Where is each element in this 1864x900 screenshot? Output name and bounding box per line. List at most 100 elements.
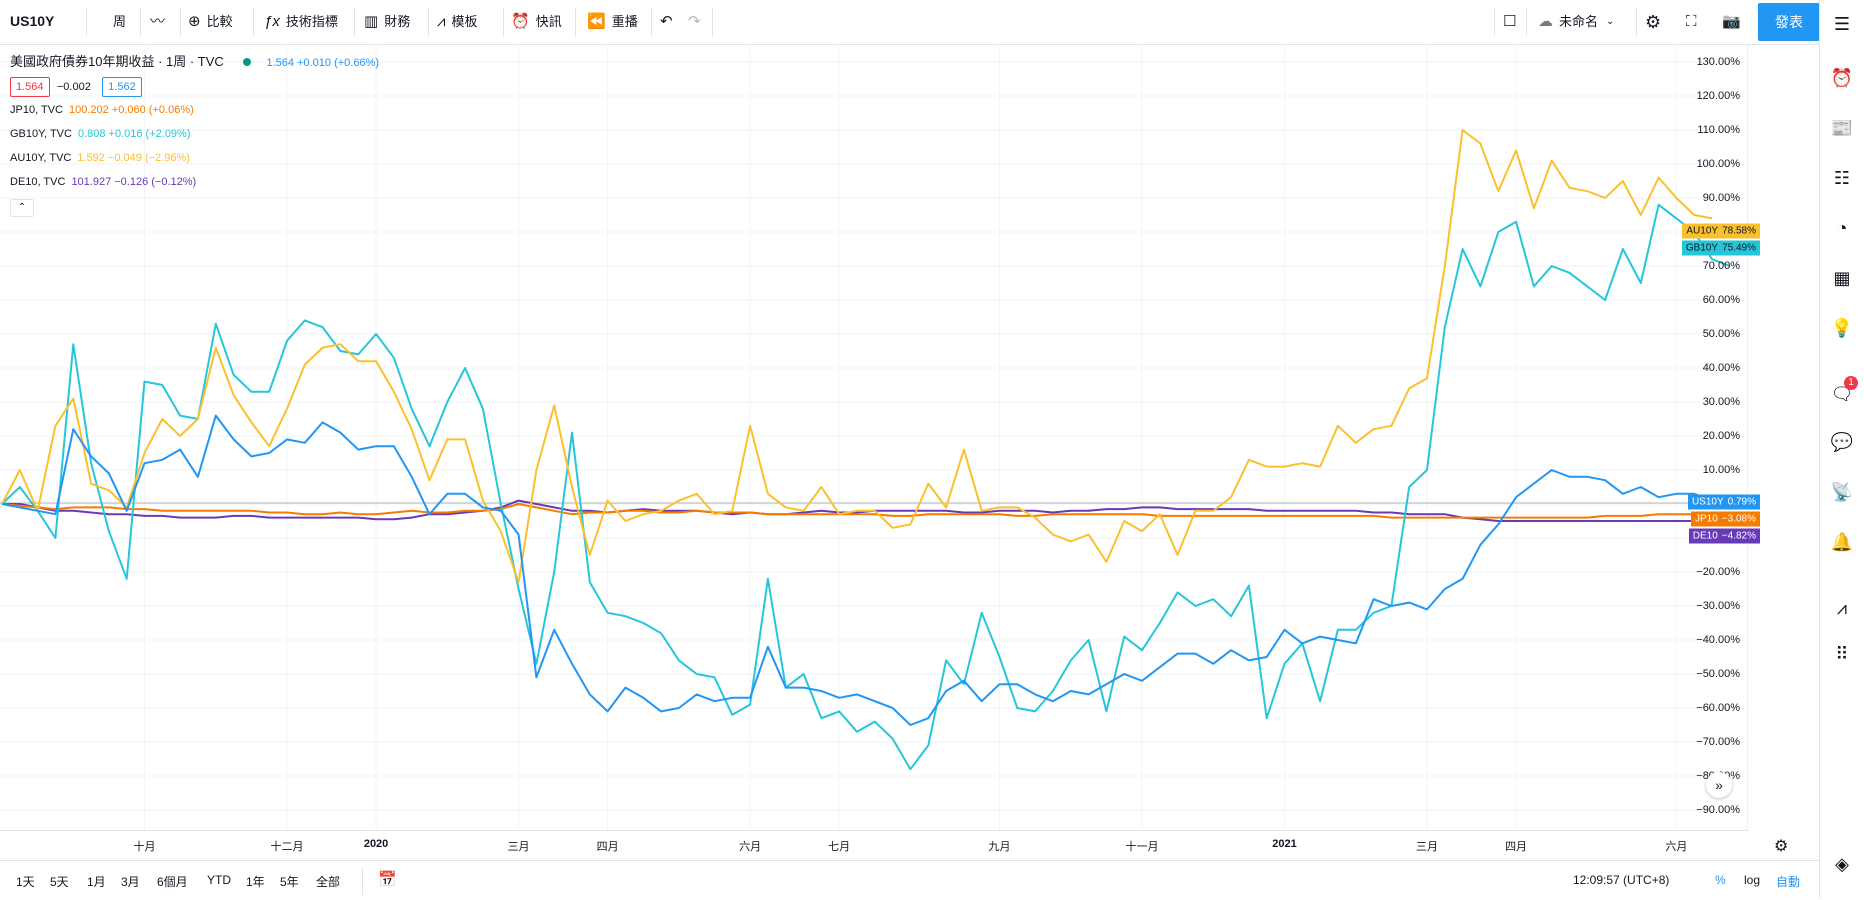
legend-item-de10[interactable]: DE10, TVC 101.927 −0.126 (−0.12%) — [10, 170, 379, 194]
legend-item-au10y[interactable]: AU10Y, TVC 1.592 −0.049 (−2.96%) — [10, 146, 379, 170]
undo-button[interactable]: ↶ — [660, 0, 679, 44]
alarm-clock-icon[interactable]: ⏰ — [1830, 66, 1854, 90]
time-axis[interactable]: 十月 十二月 2020 三月 四月 六月 七月 九月 十一月 2021 三月 四月 六月 — [0, 830, 1748, 861]
expand-icon: ⛶ — [1686, 13, 1697, 30]
publish-button[interactable]: 發表 — [1758, 3, 1820, 41]
time-tick-label: 六月 — [1665, 841, 1688, 853]
notifications-bell-icon[interactable]: 🔔 — [1830, 530, 1854, 554]
range-button-2[interactable]: 1月 — [87, 873, 106, 890]
chart-type-button[interactable]: 〰 — [150, 0, 171, 44]
time-tick-label: 十二月 — [270, 841, 304, 853]
alert-label: 快訊 — [535, 14, 562, 29]
calendar-icon[interactable]: ▦ — [1830, 266, 1854, 290]
camera-icon: 📷 — [1722, 13, 1741, 30]
right-sidebar: ☰ ⏰ 📰 ☷ ◔ ▦ 💡 🗨 1 💬 📡 🔔 ⩘ ⠿ ◈ — [1819, 0, 1864, 899]
divider — [575, 8, 576, 36]
time-tick-label: 七月 — [828, 841, 851, 853]
legend-item-jp10[interactable]: JP10, TVC 100.202 +0.060 (+0.06%) — [10, 98, 379, 122]
indicators-button[interactable]: ƒx 技術指標 — [264, 0, 338, 44]
line-chart-icon: 〰 — [150, 13, 166, 30]
range-button-1[interactable]: 5天 — [50, 873, 69, 890]
alert-button[interactable]: ⏰ 快訊 — [511, 0, 562, 44]
range-button-0[interactable]: 1天 — [16, 873, 35, 890]
dots-grid-icon[interactable]: ⠿ — [1830, 642, 1854, 666]
compare-button[interactable]: ⊕ 比較 — [188, 0, 233, 44]
legend-collapse-row: ⌃ — [10, 194, 379, 218]
layers-icon[interactable]: ◈ — [1830, 852, 1854, 876]
top-toolbar: US10Y 周 〰 ⊕ 比較 ƒx 技術指標 ▥ 財務 ⩘ 模板 ⏰ 快訊 ⏪ 重播 ↶ ↷… — [0, 0, 1820, 45]
time-tick-label: 四月 — [596, 841, 619, 853]
chevron-up-icon[interactable]: ⌃ — [10, 199, 34, 217]
ideas-bulb-icon[interactable]: 💡 — [1830, 316, 1854, 340]
range-button-3[interactable]: 3月 — [121, 873, 140, 890]
fx-icon: ƒx — [264, 13, 280, 30]
replay-button[interactable]: ⏪ 重播 — [587, 0, 638, 44]
clock-label[interactable]: 12:09:57 (UTC+8) — [1573, 873, 1669, 887]
redo-icon: ↷ — [688, 13, 701, 30]
time-tick-label: 四月 — [1505, 841, 1528, 853]
symbol-search[interactable]: US10Y — [10, 13, 54, 29]
calendar-list-icon[interactable]: ☷ — [1830, 166, 1854, 190]
chevron-down-icon: ⌄ — [1606, 16, 1615, 27]
legend-item-value: 101.927 −0.126 (−0.12%) — [71, 176, 197, 188]
percent-toggle[interactable]: % — [1715, 873, 1726, 887]
range-button-8[interactable]: 全部 — [316, 873, 340, 890]
range-button-4[interactable]: 6個月 — [157, 873, 188, 890]
divider — [86, 8, 87, 36]
axis-settings-button[interactable]: ⚙ — [1774, 836, 1788, 856]
spread-value: −0.002 — [56, 81, 91, 93]
ask-box[interactable]: 1.562 — [102, 77, 142, 97]
templates-button[interactable]: ⩘ 模板 — [437, 0, 477, 44]
legend-item-name: DE10, TVC — [10, 176, 66, 188]
notification-badge: 1 — [1844, 376, 1858, 390]
cloud-icon: ☁ — [1538, 13, 1553, 30]
main-series-value: 1.564 +0.010 (+0.66%) — [266, 57, 380, 69]
legend-item-gb10y[interactable]: GB10Y, TVC 0.808 +0.016 (+2.09%) — [10, 122, 379, 146]
trend-icon[interactable]: ⩘ — [1830, 596, 1854, 620]
streams-icon[interactable]: 📡 — [1830, 480, 1854, 504]
chat-icon[interactable]: 🗨 1 — [1830, 376, 1858, 406]
financials-button[interactable]: ▥ 財務 — [364, 0, 410, 44]
square-icon: ☐ — [1503, 13, 1517, 30]
legend-item-name: GB10Y, TVC — [10, 128, 72, 140]
divider — [428, 8, 429, 36]
hotlist-icon[interactable]: ◔ — [1830, 216, 1854, 240]
series-line-us10y[interactable] — [1, 414, 1748, 726]
range-button-5[interactable]: YTD — [207, 873, 231, 887]
range-button-7[interactable]: 5年 — [280, 873, 299, 890]
layout-name-button[interactable]: ☁ 未命名 ⌄ — [1538, 0, 1614, 44]
undo-icon: ↶ — [660, 13, 673, 30]
financials-label: 財務 — [384, 14, 411, 29]
bottom-toolbar: 1天 5天 1月 3月 6個月 YTD 1年 5年 全部 📅 12:09:57 (UTC+8) … — [0, 860, 1820, 900]
divider — [503, 8, 504, 36]
divider — [1526, 8, 1527, 36]
scroll-to-realtime-button[interactable]: » — [1706, 772, 1732, 798]
news-icon[interactable]: 📰 — [1830, 116, 1854, 140]
redo-button[interactable]: ↷ — [688, 0, 707, 44]
log-toggle[interactable]: log — [1744, 873, 1760, 887]
plus-circle-icon: ⊕ — [188, 13, 201, 30]
series-line-gb10y[interactable] — [1, 203, 1731, 771]
divider — [1494, 8, 1495, 36]
fullscreen-button[interactable]: ⛶ — [1686, 0, 1703, 44]
legend-item-name: AU10Y, TVC — [10, 152, 72, 164]
snapshot-button[interactable]: 📷 — [1722, 0, 1747, 44]
divider — [180, 8, 181, 36]
watchlist-icon[interactable]: ☰ — [1830, 12, 1854, 36]
settings-button[interactable]: ⚙ — [1645, 0, 1667, 44]
bar-chart-icon: ▥ — [364, 13, 379, 30]
messages-icon[interactable]: 💬 — [1830, 430, 1854, 454]
indicators-label: 技術指標 — [285, 14, 338, 29]
auto-toggle[interactable]: 自動 — [1776, 873, 1800, 890]
range-button-6[interactable]: 1年 — [246, 873, 265, 890]
templates-icon: ⩘ — [437, 13, 446, 30]
time-tick-label: 十月 — [133, 841, 156, 853]
fullscreen-select-button[interactable]: ☐ — [1503, 0, 1522, 44]
interval-button[interactable]: 周 — [113, 0, 126, 44]
divider — [651, 8, 652, 36]
legend-item-value: 0.808 +0.016 (+2.09%) — [77, 128, 191, 140]
time-tick-label: 三月 — [507, 841, 530, 853]
goto-date-button[interactable]: 📅 — [378, 870, 397, 888]
interval-label: 周 — [113, 14, 127, 29]
bid-box[interactable]: 1.564 — [10, 77, 50, 97]
